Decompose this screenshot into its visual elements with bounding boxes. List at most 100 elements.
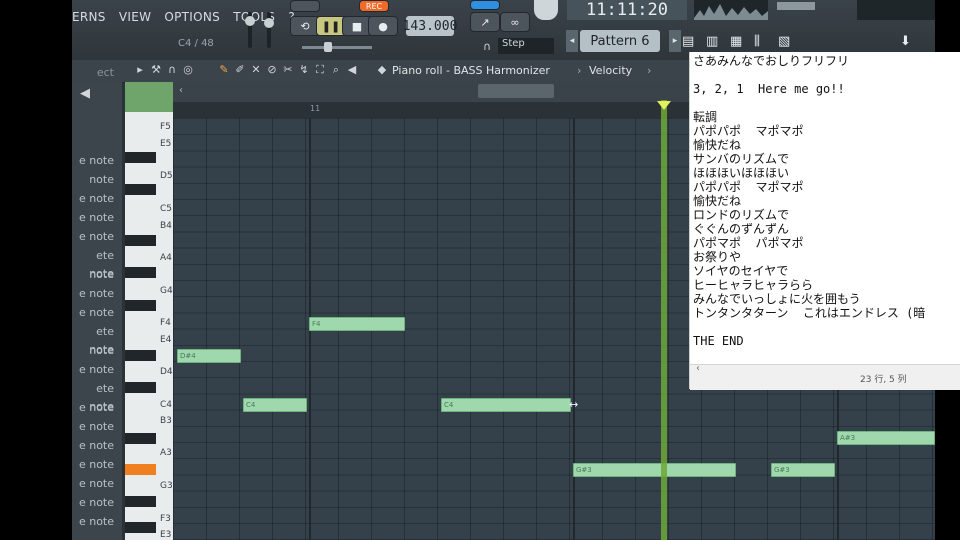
metronome-icon[interactable]: ↗ (470, 12, 500, 32)
black-key[interactable] (125, 350, 156, 361)
master-pitch-knob-icon[interactable] (264, 18, 274, 28)
typing-keyboard-toggle[interactable] (470, 0, 500, 10)
black-key[interactable] (125, 267, 156, 278)
channel-label[interactable]: e note (72, 285, 120, 303)
black-key[interactable] (125, 496, 156, 507)
playhead-marker-icon[interactable] (657, 101, 671, 110)
black-key[interactable] (125, 184, 156, 195)
black-key[interactable] (125, 235, 156, 246)
scrollbar-thumb[interactable] (478, 84, 554, 98)
mixer-icon[interactable]: ⫼ (754, 34, 760, 49)
magnet-snap-icon[interactable]: ∩ (166, 64, 178, 76)
paint-brush-icon[interactable]: ✐ (234, 64, 246, 76)
piano-keyboard[interactable]: F5 E5 D5 C5 B4 A4 G4 F4 E4 D4 C4 B3 A3 G… (125, 112, 173, 540)
scroll-left-icon[interactable]: ‹ (696, 363, 700, 374)
record-button[interactable]: ● (368, 16, 398, 36)
channel-label[interactable]: e note (72, 209, 120, 227)
channel-label[interactable]: e note (72, 418, 120, 436)
master-volume-knob-icon[interactable] (245, 16, 255, 26)
note-block[interactable]: D#4 (177, 349, 241, 363)
wrench-icon[interactable]: ⚒ (150, 64, 162, 76)
tempo-display[interactable]: 143.000 (403, 16, 457, 36)
channel-label[interactable]: e note (72, 304, 120, 322)
zoom-tool-icon[interactable]: ⌕ (330, 64, 342, 76)
key-label: B3 (160, 416, 172, 426)
menu-patterns[interactable]: ERNS (72, 10, 106, 24)
black-key[interactable] (125, 433, 156, 444)
pitch-slider-handle-icon[interactable] (324, 42, 332, 52)
pattern-song-toggle[interactable] (290, 0, 320, 12)
speaker-toggle-icon[interactable]: ◀ (80, 86, 90, 101)
playlist-icon[interactable]: ▤ (682, 34, 694, 49)
save-download-icon[interactable]: ⬇ (900, 34, 911, 49)
countdown-bell-icon[interactable] (534, 0, 558, 20)
channel-label[interactable]: e note (72, 513, 120, 531)
key-label: E5 (160, 139, 172, 149)
key-label: G4 (160, 286, 173, 296)
black-key[interactable] (125, 522, 156, 533)
select-tool-icon[interactable]: ⛶ (314, 64, 326, 76)
menu-view[interactable]: VIEW (119, 10, 151, 24)
channel-label[interactable]: ete note (72, 380, 120, 413)
record-indicator[interactable]: REC (359, 0, 389, 12)
event-target-label[interactable]: Velocity (589, 64, 632, 77)
channel-label[interactable]: e note (72, 361, 120, 379)
channel-label[interactable]: note (72, 171, 120, 189)
slip-tool-icon[interactable]: ↯ (298, 64, 310, 76)
channel-label[interactable]: ete note (72, 323, 120, 356)
browser-icon[interactable]: ▧ (778, 34, 790, 49)
piano-roll-menu-arrow-icon[interactable]: ▸ (134, 64, 146, 76)
channel-label[interactable]: e note (72, 494, 120, 512)
note-block[interactable]: A#3 (837, 431, 935, 445)
channel-label[interactable]: e note (72, 190, 120, 208)
pencil-icon[interactable]: ✎ (218, 64, 230, 76)
channel-label[interactable]: note (72, 342, 120, 360)
channel-label[interactable]: note (72, 266, 120, 284)
pattern-selector[interactable]: Pattern 6 (580, 30, 660, 52)
key-label: A3 (160, 448, 172, 458)
menu-options[interactable]: OPTIONS (164, 10, 220, 24)
key-label: D4 (160, 367, 173, 377)
note-block[interactable]: G#3 (573, 463, 736, 477)
bar-number: 11 (310, 104, 321, 113)
note-block[interactable]: G#3 (771, 463, 835, 477)
channel-label[interactable]: e note (72, 399, 120, 417)
delete-tool-icon[interactable]: ✕ (250, 64, 262, 76)
note-block[interactable]: C4 (243, 398, 307, 412)
key-label: D5 (160, 171, 173, 181)
magnet-icon[interactable]: ∩ (483, 40, 491, 53)
pattern-prev-arrow-icon[interactable]: ◂ (566, 30, 578, 52)
notepad-window[interactable]: さあみんなでおしりフリフリ 3, 2, 1 Here me go!! 転調 パポ… (689, 52, 960, 390)
stamp-icon[interactable]: ◎ (182, 64, 194, 76)
mute-tool-icon[interactable]: ⊘ (266, 64, 278, 76)
channel-label[interactable]: e note (72, 475, 120, 493)
key-label: F3 (160, 514, 171, 524)
black-key[interactable] (125, 382, 156, 393)
channel-label[interactable]: e note (72, 152, 120, 170)
channel-label[interactable]: ete note (72, 247, 120, 280)
slice-tool-icon[interactable]: ✂ (282, 64, 294, 76)
piano-roll-icon[interactable]: ▥ (706, 34, 718, 49)
note-block[interactable]: C4 (441, 398, 571, 412)
playhead-line[interactable] (661, 100, 667, 540)
main-pitch-slider[interactable] (302, 46, 372, 49)
snap-step-selector[interactable]: Step (498, 38, 554, 54)
lyrics-text-area[interactable]: さあみんなでおしりフリフリ 3, 2, 1 Here me go!! 転調 パポ… (693, 54, 960, 348)
black-key[interactable] (125, 300, 156, 311)
piano-roll-corner-tab[interactable] (125, 82, 173, 112)
black-key-highlighted[interactable] (125, 464, 156, 475)
channel-label[interactable]: e note (72, 437, 120, 455)
note-block[interactable]: F4 (309, 317, 405, 331)
key-label: A4 (160, 253, 172, 263)
channel-label[interactable]: e note (72, 456, 120, 474)
channel-rack-icon[interactable]: ▦ (730, 34, 742, 49)
playback-tool-icon[interactable]: ◀ (346, 64, 358, 76)
pattern-next-arrow-icon[interactable]: ▸ (669, 30, 681, 52)
scroll-left-arrow-icon[interactable]: ‹ (179, 85, 183, 96)
strip-top-label: ect (96, 66, 114, 79)
waveform-icon (694, 4, 768, 20)
key-label: C5 (160, 204, 173, 214)
link-icon[interactable]: ∞ (500, 12, 530, 32)
channel-label[interactable]: e note (72, 228, 120, 246)
black-key[interactable] (125, 152, 156, 163)
